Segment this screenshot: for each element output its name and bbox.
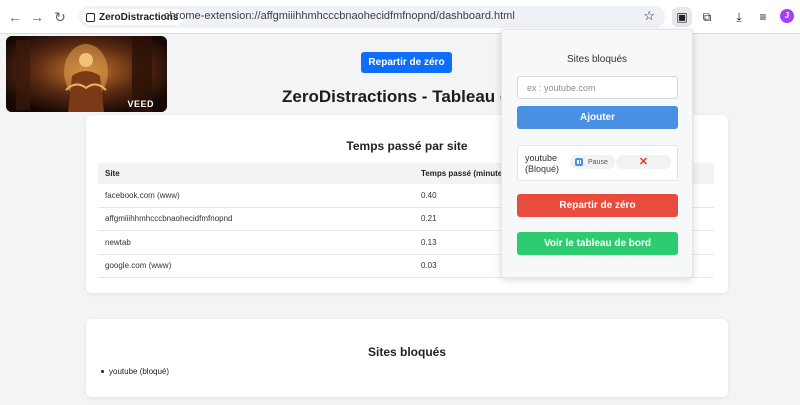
site-input[interactable] [517,76,678,99]
row-site: newtab [105,237,131,247]
blocked-site-entry: youtube (bloqué) [109,367,170,376]
video-watermark: VEED [127,99,154,109]
close-icon: ✕ [638,156,649,168]
url-text[interactable]: chrome-extension://affgmiiihhmhcccbnaohe… [164,10,515,22]
blocked-sites-title: Sites bloqués [367,345,447,359]
view-dashboard-button[interactable]: Voir le tableau de bord [517,232,678,255]
address-bar[interactable]: ZeroDistractions chrome-extension://affg… [79,6,665,28]
blocked-site-item: youtube (Bloqué) Pause ✕ [517,145,678,181]
row-site: affgmiiihhmhcccbnaohecidfmfnopnd [105,214,233,224]
extension-popup: Sites bloqués Ajouter youtube (Bloqué) P… [501,29,693,278]
row-site: google.com (www) [105,261,172,271]
bullet-icon [101,370,104,373]
add-button[interactable]: Ajouter [517,106,678,129]
extension-popup-icon[interactable]: ▣ [672,7,692,27]
back-arrow-icon[interactable]: ← [5,7,25,27]
popup-title: Sites bloqués [566,54,628,65]
puzzle-icon[interactable]: ⧉ [697,7,717,27]
column-header-site: Site [105,169,120,178]
popup-reset-button[interactable]: Repartir de zéro [517,194,678,217]
pause-button[interactable]: Pause [570,155,615,169]
forward-arrow-icon[interactable]: → [27,7,47,27]
list-item: youtube (bloqué) [101,367,169,376]
extension-page-icon [86,12,95,22]
avatar[interactable]: J [780,9,794,23]
blocked-site-name: youtube (Bloqué) [525,153,560,174]
row-site: facebook.com (www) [105,190,180,200]
reset-button[interactable]: Repartir de zéro [361,52,452,73]
reload-icon[interactable]: ↻ [50,7,70,27]
remove-button[interactable]: ✕ [616,155,671,169]
pause-label: Pause [588,158,608,166]
media-queue-icon[interactable]: ≡ [753,7,773,27]
blocked-sites-card: Sites bloqués youtube (bloqué) [86,319,728,397]
pause-icon [575,158,583,166]
download-icon[interactable]: ⤓ [729,7,749,27]
video-thumbnail[interactable]: VEED [6,36,167,112]
star-icon[interactable]: ☆ [643,8,655,24]
